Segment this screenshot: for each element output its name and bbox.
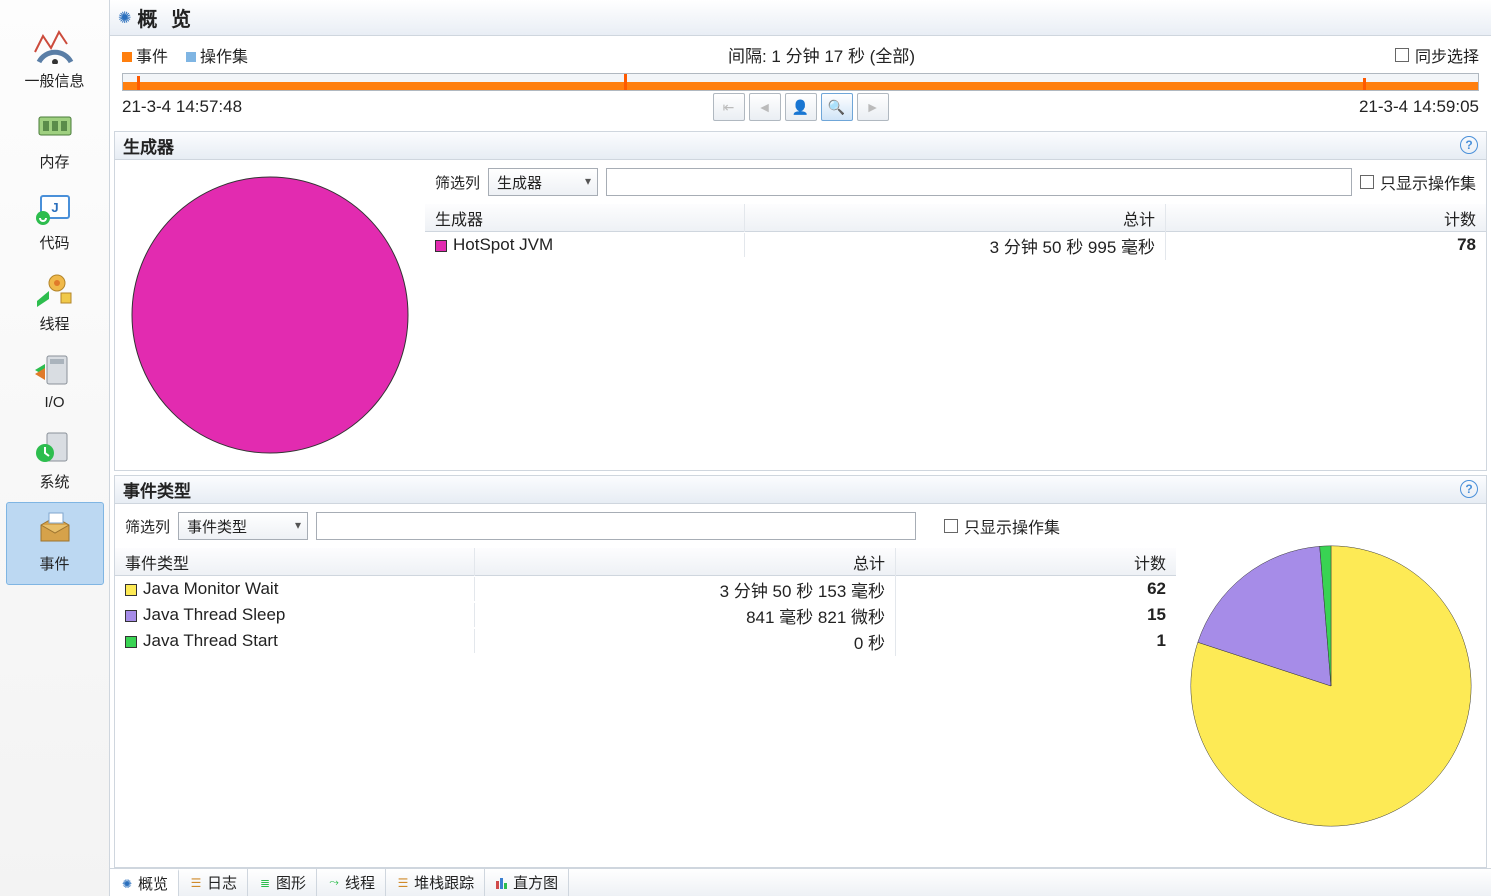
nav-zoom-button[interactable]: 🔍 [821, 93, 853, 121]
io-icon [31, 350, 79, 390]
generator-table: 生成器 总计 计数 HotSpot JVM 3 分钟 50 秒 995 毫秒 7… [425, 204, 1486, 470]
col-generator[interactable]: 生成器 [425, 204, 745, 232]
bottom-tabs: ✺概览 ☰日志 ≣图形 ⤳线程 ☰堆栈跟踪 直方图 [110, 868, 1491, 896]
thread-icon: ⤳ [327, 876, 341, 890]
stack-icon: ☰ [396, 876, 410, 890]
evt-filter-label: 筛选列 [125, 516, 170, 537]
sidebar: 一般信息 内存 J 代码 线程 I/O 系统 事件 [0, 0, 110, 896]
table-row[interactable]: Java Thread Start 0 秒 1 [115, 628, 1176, 654]
evt-filter-input[interactable] [316, 512, 916, 540]
system-icon [31, 427, 79, 467]
interval-label: 间隔: 1 分钟 17 秒 (全部) [266, 42, 1377, 67]
col-count[interactable]: 计数 [1166, 204, 1486, 232]
sidebar-item-label: 代码 [39, 232, 69, 253]
sidebar-item-label: 系统 [39, 471, 69, 492]
sidebar-item-events[interactable]: 事件 [6, 502, 104, 585]
help-icon[interactable]: ? [1460, 136, 1478, 154]
histogram-icon [495, 876, 509, 890]
gen-filter-label: 筛选列 [435, 172, 480, 193]
sidebar-item-label: 事件 [39, 553, 69, 574]
gauge-icon [31, 26, 79, 66]
time-end: 21-3-4 14:59:05 [1359, 97, 1479, 117]
sidebar-item-system[interactable]: 系统 [6, 421, 104, 502]
tab-log[interactable]: ☰日志 [179, 869, 248, 896]
sync-select-checkbox[interactable]: 同步选择 [1395, 43, 1479, 67]
overview-icon: ✺ [120, 877, 134, 891]
table-row[interactable]: HotSpot JVM 3 分钟 50 秒 995 毫秒 78 [425, 232, 1486, 258]
memory-icon [31, 107, 79, 147]
generator-panel-header: 生成器 ? [115, 132, 1486, 160]
tab-stack[interactable]: ☰堆栈跟踪 [386, 869, 485, 896]
sidebar-item-code[interactable]: J 代码 [6, 182, 104, 263]
sidebar-item-threads[interactable]: 线程 [6, 263, 104, 344]
log-icon: ☰ [189, 876, 203, 890]
legend-ops: 操作集 [186, 43, 248, 67]
table-row[interactable]: Java Thread Sleep 841 毫秒 821 微秒 15 [115, 602, 1176, 628]
sidebar-item-io[interactable]: I/O [6, 344, 104, 421]
help-icon[interactable]: ? [1460, 480, 1478, 498]
sidebar-item-label: 内存 [39, 151, 69, 172]
gen-filter-select[interactable]: 生成器 [488, 168, 598, 196]
time-start: 21-3-4 14:57:48 [122, 97, 242, 117]
generator-pie-chart [130, 170, 410, 460]
col-count[interactable]: 计数 [896, 548, 1176, 576]
nav-user-button[interactable]: 👤 [785, 93, 817, 121]
event-types-table: 事件类型 总计 计数 Java Monitor Wait 3 分钟 50 秒 1… [115, 548, 1176, 867]
evt-filter-select[interactable]: 事件类型 [178, 512, 308, 540]
code-icon: J [31, 188, 79, 228]
evt-only-ops-checkbox[interactable]: 只显示操作集 [944, 514, 1060, 538]
gen-filter-input[interactable] [606, 168, 1352, 196]
sidebar-item-label: 一般信息 [24, 70, 84, 91]
sidebar-item-general[interactable]: 一般信息 [6, 20, 104, 101]
overview-icon: ✺ [118, 8, 131, 28]
threads-icon [31, 269, 79, 309]
timeline[interactable] [122, 73, 1479, 91]
col-event-type[interactable]: 事件类型 [115, 548, 475, 576]
table-row[interactable]: Java Monitor Wait 3 分钟 50 秒 153 毫秒 62 [115, 576, 1176, 602]
event-types-panel-header: 事件类型 ? [115, 476, 1486, 504]
page-title: 概 览 [137, 3, 195, 32]
nav-prev-button[interactable]: ◄ [749, 93, 781, 121]
tab-thread[interactable]: ⤳线程 [317, 869, 386, 896]
tab-histogram[interactable]: 直方图 [485, 869, 569, 896]
tab-overview[interactable]: ✺概览 [110, 869, 179, 896]
sidebar-item-memory[interactable]: 内存 [6, 101, 104, 182]
nav-first-button[interactable]: ⇤ [713, 93, 745, 121]
gen-only-ops-checkbox[interactable]: 只显示操作集 [1360, 170, 1476, 194]
tab-chart[interactable]: ≣图形 [248, 869, 317, 896]
event-types-pie-chart [1186, 536, 1476, 836]
legend-events: 事件 [122, 43, 168, 67]
sidebar-item-label: I/O [44, 394, 64, 411]
page-header: ✺ 概 览 [110, 0, 1491, 36]
nav-next-button[interactable]: ► [857, 93, 889, 121]
chart-icon: ≣ [258, 876, 272, 890]
col-total[interactable]: 总计 [475, 548, 896, 576]
svg-text:J: J [51, 200, 58, 215]
col-total[interactable]: 总计 [745, 204, 1166, 232]
sidebar-item-label: 线程 [39, 313, 69, 334]
events-icon [31, 509, 79, 549]
